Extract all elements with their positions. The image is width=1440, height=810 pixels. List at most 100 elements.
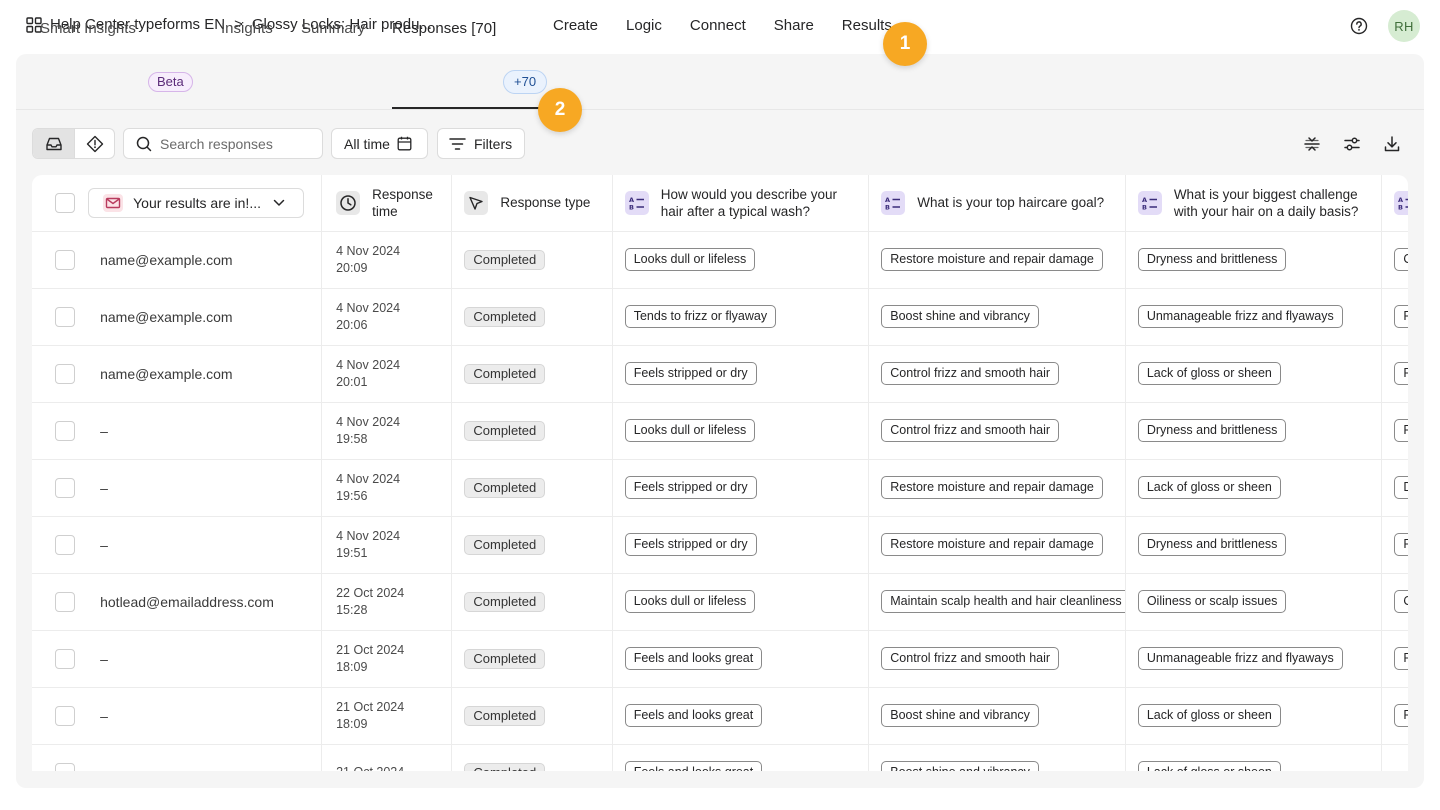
q2-cell: Control frizz and smooth hair — [868, 630, 1126, 688]
email-cell: name@example.com — [88, 288, 323, 346]
response-type-icon — [464, 190, 489, 215]
row-date: 22 Oct 2024 — [336, 585, 405, 600]
select-all-checkbox[interactable] — [55, 192, 75, 213]
table-row[interactable]: name@example.com 4 Nov 2024 20:09 Comple… — [32, 231, 1408, 289]
type-cell: Completed — [451, 687, 613, 745]
status-badge: Completed — [464, 306, 546, 327]
row-checkbox-cell — [32, 402, 89, 460]
avatar[interactable]: RH — [1388, 10, 1420, 42]
nav-logic[interactable]: Logic — [626, 17, 662, 34]
row-checkbox[interactable] — [55, 477, 75, 498]
answer-chip: O — [1394, 590, 1408, 613]
header-q1-cell[interactable]: AB How would you describe your hair afte… — [612, 175, 870, 232]
q1-cell: Feels and looks great — [612, 687, 870, 745]
table-row[interactable]: hotlead@emailaddress.com 22 Oct 2024 15:… — [32, 573, 1408, 631]
header-q3-cell[interactable]: AB What is your biggest challenge with y… — [1125, 175, 1383, 232]
new-responses-badge[interactable]: +70 — [503, 70, 548, 94]
row-checkbox[interactable] — [55, 648, 75, 669]
time-cell: 22 Oct 2024 15:28 — [321, 573, 453, 631]
filter-icon — [449, 137, 466, 150]
header-q4-cell[interactable]: AB — [1381, 175, 1408, 232]
header-email-cell: Your results are in!... — [88, 175, 323, 232]
q1-cell: Tends to frizz or flyaway — [612, 288, 870, 346]
table-row[interactable]: – 4 Nov 2024 19:56 Completed Feels strip… — [32, 459, 1408, 517]
header-q1-label: How would you describe your hair after a… — [660, 186, 838, 219]
answer-chip: Boost shine and vibrancy — [881, 704, 1039, 727]
header-type-cell[interactable]: Response type — [451, 175, 613, 232]
row-date: 21 Oct 2024 — [336, 699, 405, 714]
email-cell: name@example.com — [88, 345, 323, 403]
answer-chip: Unmanageable frizz and flyaways — [1137, 305, 1343, 328]
answer-chip: D — [1394, 476, 1408, 499]
table-row[interactable]: name@example.com 4 Nov 2024 20:01 Comple… — [32, 345, 1408, 403]
header-type-label: Response type — [500, 195, 591, 211]
q1-cell: Feels and looks great — [612, 630, 870, 688]
email-cell: – — [88, 630, 323, 688]
table-row[interactable]: 21 Oct 2024 Completed Feels and looks gr… — [32, 744, 1408, 771]
answer-chip: Lack of gloss or sheen — [1137, 476, 1281, 499]
answer-chip: Lack of gloss or sheen — [1137, 704, 1281, 727]
help-icon[interactable] — [1350, 17, 1368, 35]
row-checkbox[interactable] — [55, 534, 75, 555]
tab-insights[interactable]: Insights — [221, 20, 273, 37]
email-cell: – — [88, 459, 323, 517]
row-checkbox[interactable] — [55, 591, 75, 612]
row-checkbox[interactable] — [55, 363, 75, 384]
row-checkbox-cell — [32, 630, 89, 688]
q4-cell: R — [1381, 345, 1408, 403]
answer-chip: Feels and looks great — [624, 704, 763, 727]
row-checkbox[interactable] — [55, 249, 75, 270]
answer-chip: Lack of gloss or sheen — [1137, 362, 1281, 385]
download-icon[interactable] — [1382, 134, 1402, 154]
answer-chip: Feels stripped or dry — [624, 533, 757, 556]
nav-create[interactable]: Create — [553, 17, 598, 34]
answer-chip: Lack of gloss or sheen — [1137, 761, 1281, 771]
answer-chip: Looks dull or lifeless — [624, 248, 756, 271]
time-cell: 21 Oct 2024 18:09 — [321, 630, 453, 688]
table-row[interactable]: name@example.com 4 Nov 2024 20:06 Comple… — [32, 288, 1408, 346]
table-row[interactable]: – 21 Oct 2024 18:09 Completed Feels and … — [32, 687, 1408, 745]
q1-cell: Feels and looks great — [612, 744, 870, 771]
tabs-divider — [16, 109, 1424, 110]
partial-view-button[interactable] — [74, 129, 114, 158]
q4-cell: O — [1381, 231, 1408, 289]
search-icon — [136, 136, 152, 151]
row-checkbox[interactable] — [55, 306, 75, 327]
row-checkbox[interactable] — [55, 420, 75, 441]
header-q2-cell[interactable]: AB What is your top haircare goal? — [868, 175, 1126, 232]
table-row[interactable]: – 4 Nov 2024 19:51 Completed Feels strip… — [32, 516, 1408, 574]
answer-chip: R — [1394, 419, 1408, 442]
nav-connect[interactable]: Connect — [690, 17, 746, 34]
row-email: name@example.com — [100, 365, 233, 382]
table-row[interactable]: – 21 Oct 2024 18:09 Completed Feels and … — [32, 630, 1408, 688]
table-row[interactable]: – 4 Nov 2024 19:58 Completed Looks dull … — [32, 402, 1408, 460]
tab-summary[interactable]: Summary — [301, 20, 365, 37]
status-badge: Completed — [464, 363, 546, 384]
row-checkbox[interactable] — [55, 762, 75, 771]
time-filter-button[interactable]: All time — [331, 128, 428, 159]
status-badge: Completed — [464, 648, 546, 669]
nav-results[interactable]: Results — [842, 17, 892, 34]
row-checkbox-cell — [32, 288, 89, 346]
row-height-icon[interactable] — [1302, 134, 1322, 154]
email-column-dropdown[interactable]: Your results are in!... — [88, 187, 305, 218]
search-input[interactable] — [160, 135, 310, 152]
clock-icon — [336, 190, 361, 215]
row-checkbox[interactable] — [55, 705, 75, 726]
email-cell: – — [88, 402, 323, 460]
tab-responses[interactable]: Responses [70] — [392, 20, 496, 37]
type-cell: Completed — [451, 573, 613, 631]
q4-cell: O — [1381, 573, 1408, 631]
row-email: – — [100, 479, 108, 496]
tab-smart-insights[interactable]: Smart Insights — [40, 20, 136, 37]
inbox-view-button[interactable] — [33, 129, 74, 158]
email-cell: name@example.com — [88, 231, 323, 289]
q1-cell: Feels stripped or dry — [612, 459, 870, 517]
settings-sliders-icon[interactable] — [1342, 134, 1362, 154]
header-time-cell[interactable]: Response time — [321, 175, 453, 232]
nav-share[interactable]: Share — [774, 17, 814, 34]
header-time-label: Response time — [372, 186, 433, 219]
filters-button[interactable]: Filters — [437, 128, 525, 159]
q2-cell: Control frizz and smooth hair — [868, 402, 1126, 460]
email-column-label: Your results are in!... — [133, 194, 261, 211]
